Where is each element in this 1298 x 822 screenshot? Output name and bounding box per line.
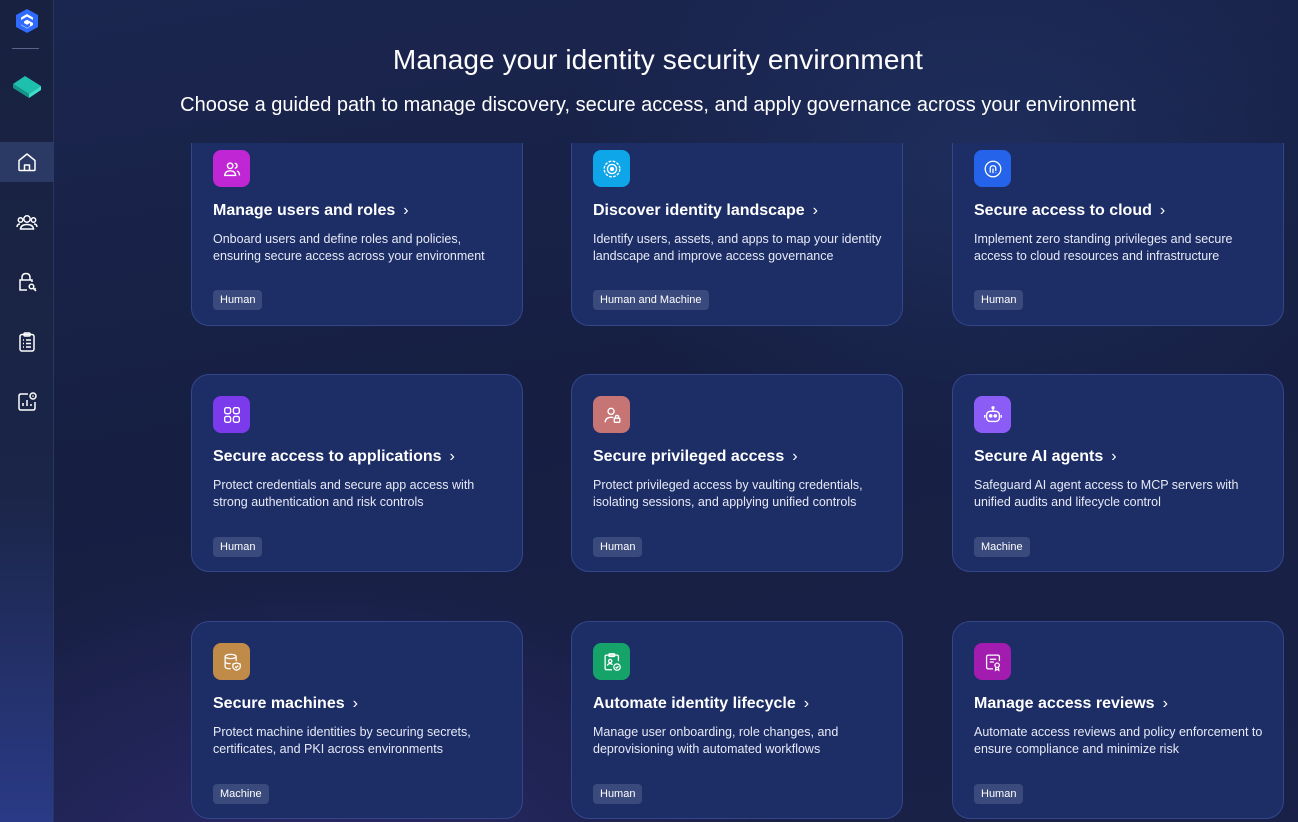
card-tag: Machine (213, 784, 269, 804)
card-icon-box (593, 150, 630, 187)
chevron-right-icon: › (792, 448, 798, 465)
home-icon (18, 153, 36, 172)
card-icon-box (213, 643, 250, 680)
card-secure-machines[interactable]: Secure machines › Protect machine identit… (191, 621, 523, 819)
sidebar-item-home[interactable] (0, 142, 54, 182)
card-title: Secure access to applications › (213, 448, 455, 465)
card-description: Manage user onboarding, role changes, an… (593, 725, 839, 756)
card-automate-identity-lifecycle[interactable]: Automate identity lifecycle › Manage user… (571, 621, 903, 819)
card-icon-box (974, 150, 1011, 187)
chevron-right-icon: › (812, 202, 818, 219)
card-tag: Human and Machine (593, 290, 709, 310)
card-secure-access-to-cloud[interactable]: Secure access to cloud › Implement zero s… (952, 143, 1284, 326)
users-icon (16, 215, 38, 230)
card-icon-box (974, 396, 1011, 433)
chevron-right-icon: › (352, 695, 358, 712)
database-shield-icon (223, 653, 241, 671)
card-title: Secure AI agents › (974, 448, 1117, 465)
card-tag: Human (213, 537, 263, 557)
card-title: Secure machines › (213, 695, 358, 712)
analytics-icon (18, 392, 37, 411)
card-title: Discover identity landscape › (593, 202, 818, 219)
card-title: Manage access reviews › (974, 695, 1168, 712)
main-content: Manage your identity security environmen… (54, 0, 1298, 822)
card-description: Protect privileged access by vaulting cr… (593, 478, 863, 509)
sidebar-item-reports[interactable] (0, 322, 54, 362)
sidebar-item-analytics[interactable] (0, 382, 54, 422)
card-description: Identify users, assets, and apps to map … (593, 232, 882, 263)
sidebar-item-access[interactable] (0, 262, 54, 302)
chevron-right-icon: › (1111, 448, 1117, 465)
card-description: Protect credentials and secure app acces… (213, 478, 475, 509)
clipboard-list-icon (19, 332, 35, 352)
page-subtitle: Choose a guided path to manage discovery… (180, 94, 1136, 116)
card-title: Secure privileged access › (593, 448, 798, 465)
page-title: Manage your identity security environmen… (392, 44, 924, 75)
card-icon-box (213, 396, 250, 433)
chevron-right-icon: › (1162, 695, 1168, 712)
card-secure-ai-agents[interactable]: Secure AI agents › Safeguard AI agent acc… (952, 374, 1284, 572)
card-description: Onboard users and define roles and polic… (213, 232, 485, 263)
card-secure-privileged-access[interactable]: Secure privileged access › Protect privil… (571, 374, 903, 572)
card-secure-access-to-applications[interactable]: Secure access to applications › Protect c… (191, 374, 523, 572)
card-icon-box (593, 396, 630, 433)
robot-icon (983, 405, 1002, 422)
card-manage-users-and-roles[interactable]: Manage users and roles › Onboard users an… (191, 143, 523, 326)
user-lock-icon (603, 407, 620, 423)
card-tag: Human (213, 290, 263, 310)
sidebar-divider (12, 48, 39, 49)
logo-icon[interactable] (15, 8, 39, 34)
lock-key-icon (19, 272, 37, 292)
card-description: Safeguard AI agent access to MCP servers… (974, 478, 1239, 509)
card-description: Implement zero standing privileges and s… (974, 232, 1233, 263)
card-title: Automate identity lifecycle › (593, 695, 810, 712)
card-description: Protect machine identities by securing s… (213, 725, 471, 756)
card-tag: Human (974, 290, 1024, 310)
card-title: Secure access to cloud › (974, 202, 1166, 219)
chevron-right-icon: › (403, 202, 409, 219)
fingerprint-icon (984, 160, 1001, 177)
users-icon (223, 161, 240, 176)
apps-grid-icon (223, 406, 240, 423)
chevron-right-icon: › (803, 695, 810, 712)
card-title: Manage users and roles › (213, 202, 409, 219)
card-tag: Human (974, 784, 1024, 804)
card-tag: Human (593, 784, 643, 804)
clipboard-check-icon (603, 652, 621, 671)
certificate-icon (985, 653, 1000, 671)
card-icon-box (213, 150, 250, 187)
card-icon-box (974, 643, 1011, 680)
card-description: Automate access reviews and policy enfor… (974, 725, 1263, 756)
card-icon-box (593, 643, 630, 680)
chevron-right-icon: › (449, 448, 455, 465)
app-switcher-icon[interactable] (11, 72, 43, 100)
chevron-right-icon: › (1159, 202, 1166, 219)
card-tag: Human (593, 537, 643, 557)
target-icon (603, 160, 620, 177)
sidebar (0, 0, 54, 822)
card-manage-access-reviews[interactable]: Manage access reviews › Automate access r… (952, 621, 1284, 819)
sidebar-item-users[interactable] (0, 202, 54, 242)
card-discover-identity-landscape[interactable]: Discover identity landscape › Identify us… (571, 143, 903, 326)
card-tag: Machine (974, 537, 1030, 557)
